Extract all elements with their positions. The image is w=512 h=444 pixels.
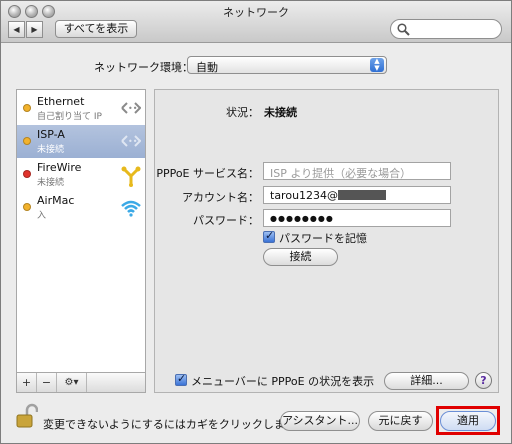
service-item-airmac[interactable]: AirMac 入: [17, 191, 145, 224]
show-all-button[interactable]: すべてを表示: [55, 20, 137, 38]
status-value: 未接続: [264, 106, 297, 119]
location-value: 自動: [196, 61, 218, 74]
firewire-icon: [121, 166, 141, 187]
status-dot: [23, 137, 31, 145]
ethernet-arrows-icon: •••: [121, 135, 142, 147]
network-preferences-window: ネットワーク ◀ ▶ すべてを表示 ネットワーク環境： 自動 ▲ ▼ Ethern…: [0, 0, 512, 444]
pppoe-service-placeholder: ISP より提供（必要な場合）: [270, 167, 412, 180]
password-field[interactable]: ●●●●●●●●: [263, 209, 451, 227]
service-name: FireWire: [37, 161, 82, 174]
action-menu-button[interactable]: ⚙▾: [57, 373, 87, 392]
service-detail-panel: 状況： 未接続 PPPoE サービス名： ISP より提供（必要な場合） アカウ…: [154, 89, 499, 393]
remember-password-label: パスワードを記憶: [279, 232, 367, 245]
highlight-box: [436, 406, 500, 435]
show-pppoe-status-checkbox[interactable]: [175, 372, 187, 386]
location-select[interactable]: 自動 ▲ ▼: [187, 56, 387, 74]
service-item-isp-a[interactable]: ISP-A 未接続 •••: [17, 125, 145, 158]
status-dot: [23, 104, 31, 112]
connect-button[interactable]: 接続: [263, 248, 338, 266]
service-status: 自己割り当て IP: [37, 112, 102, 122]
search-icon: [397, 23, 410, 36]
account-field[interactable]: tarou1234@: [263, 186, 451, 204]
lock-icon[interactable]: [16, 403, 38, 429]
service-name: ISP-A: [37, 128, 65, 141]
pppoe-service-field[interactable]: ISP より提供（必要な場合）: [263, 162, 451, 180]
service-status: 入: [37, 211, 47, 221]
account-value: tarou1234@: [270, 189, 339, 202]
location-label: ネットワーク環境：: [94, 61, 193, 74]
status-dot: [23, 203, 31, 211]
window-title: ネットワーク: [223, 6, 289, 19]
service-list-toolbar: + − ⚙▾: [16, 373, 146, 393]
service-item-ethernet[interactable]: Ethernet 自己割り当て IP •••: [17, 92, 145, 125]
pppoe-service-label: PPPoE サービス名：: [156, 167, 259, 180]
back-button[interactable]: ◀: [8, 21, 25, 38]
service-name: AirMac: [37, 194, 75, 207]
revert-button[interactable]: 元に戻す: [368, 411, 433, 431]
service-status: 未接続: [37, 178, 65, 188]
wifi-icon: [121, 200, 141, 217]
forward-button[interactable]: ▶: [26, 21, 43, 38]
help-button[interactable]: ?: [475, 372, 492, 389]
remember-password-checkbox[interactable]: [263, 229, 275, 243]
assistant-button[interactable]: アシスタント...: [280, 411, 360, 431]
lock-hint-text: 変更できないようにするにはカギをクリックします。: [43, 418, 306, 431]
ethernet-arrows-icon: •••: [121, 102, 142, 114]
service-name: Ethernet: [37, 95, 85, 108]
redacted-block: [338, 190, 387, 200]
service-list: Ethernet 自己割り当て IP ••• ISP-A 未接続 ••• Fir…: [16, 89, 146, 373]
svg-text:•••: •••: [128, 104, 142, 113]
advanced-button[interactable]: 詳細...: [384, 372, 469, 390]
chevron-updown-icon: ▲ ▼: [370, 58, 384, 72]
add-service-button[interactable]: +: [17, 373, 37, 392]
account-label: アカウント名：: [182, 191, 259, 204]
show-pppoe-status-label: メニューバーに PPPoE の状況を表示: [191, 375, 375, 388]
password-value: ●●●●●●●●: [270, 214, 334, 223]
status-label: 状況：: [226, 106, 259, 119]
search-field[interactable]: [390, 19, 502, 39]
title-bar: ネットワーク ◀ ▶ すべてを表示: [1, 1, 511, 43]
service-item-firewire[interactable]: FireWire 未接続: [17, 158, 145, 191]
service-status: 未接続: [37, 145, 65, 155]
password-label: パスワード：: [193, 214, 259, 227]
status-dot: [23, 170, 31, 178]
svg-text:•••: •••: [128, 137, 142, 146]
remove-service-button[interactable]: −: [37, 373, 57, 392]
